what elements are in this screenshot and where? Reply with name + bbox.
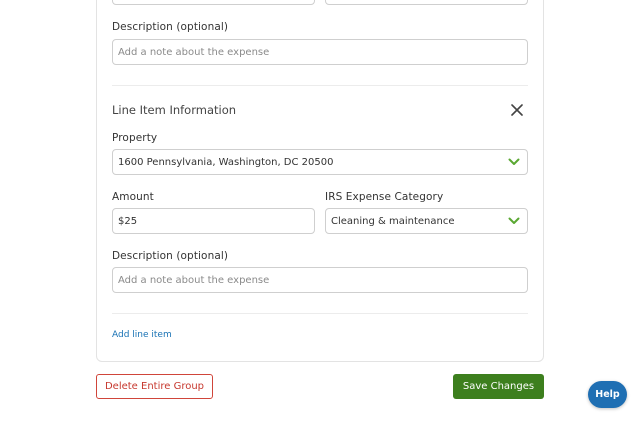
save-changes-button[interactable]: Save Changes xyxy=(453,374,544,399)
help-button[interactable]: Help xyxy=(588,381,627,408)
previous-field-right[interactable] xyxy=(325,0,528,5)
amount-input[interactable]: $25 xyxy=(112,208,315,234)
add-line-item-link[interactable]: Add line item xyxy=(112,330,172,340)
line-description-placeholder: Add a note about the expense xyxy=(118,274,270,286)
amount-value: $25 xyxy=(118,215,138,227)
close-icon xyxy=(511,104,523,116)
description-label: Description (optional) xyxy=(112,21,229,33)
property-select[interactable]: 1600 Pennsylvania, Washington, DC 20500 xyxy=(112,149,528,175)
property-value: 1600 Pennsylvania, Washington, DC 20500 xyxy=(118,156,334,168)
description-placeholder: Add a note about the expense xyxy=(118,46,270,58)
delete-entire-group-button[interactable]: Delete Entire Group xyxy=(96,374,213,399)
section-divider xyxy=(112,313,528,314)
chevron-down-icon xyxy=(508,158,520,165)
remove-line-item-button[interactable] xyxy=(509,102,525,118)
line-item-title: Line Item Information xyxy=(112,103,237,117)
section-divider xyxy=(112,85,528,86)
property-label: Property xyxy=(112,132,158,144)
irs-category-label: IRS Expense Category xyxy=(325,191,444,203)
irs-category-value: Cleaning & maintenance xyxy=(331,215,455,227)
previous-field-left[interactable] xyxy=(112,0,315,5)
description-input[interactable]: Add a note about the expense xyxy=(112,39,528,65)
chevron-down-icon xyxy=(508,217,520,224)
amount-label: Amount xyxy=(112,191,154,203)
line-description-label: Description (optional) xyxy=(112,250,229,262)
line-description-input[interactable]: Add a note about the expense xyxy=(112,267,528,293)
irs-category-select[interactable]: Cleaning & maintenance xyxy=(325,208,528,234)
